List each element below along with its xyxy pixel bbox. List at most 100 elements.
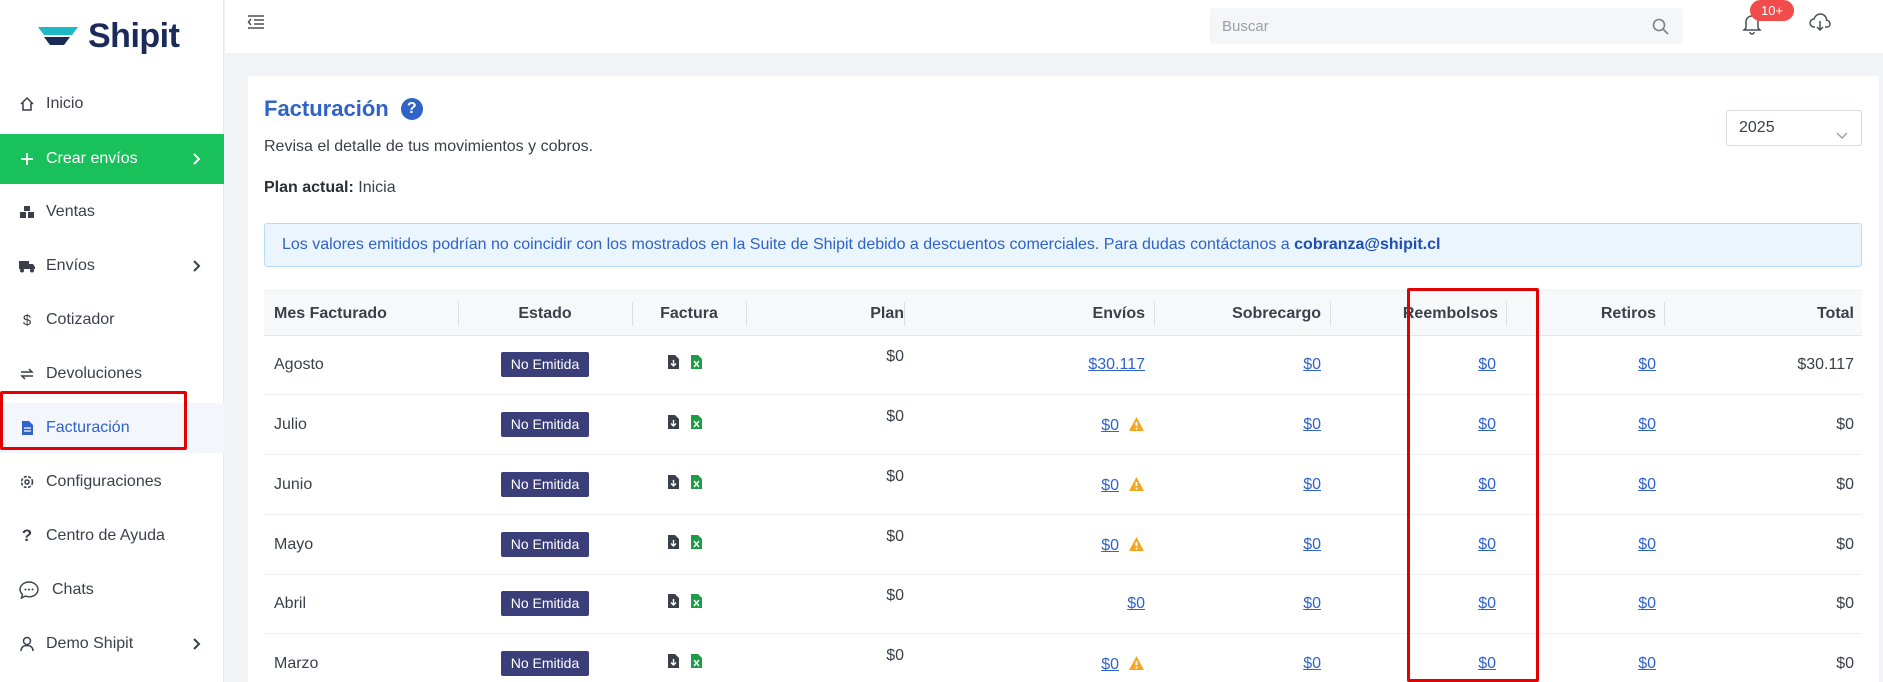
search-icon[interactable] xyxy=(1652,18,1669,35)
table-row: Mayo No Emitida $0 $0 $0 $0 $0 $0 xyxy=(264,516,1862,575)
cell-mes: Mayo xyxy=(274,536,314,553)
cell-total: $0 xyxy=(1836,595,1854,612)
excel-download-icon[interactable] xyxy=(690,414,705,431)
status-badge: No Emitida xyxy=(500,352,590,377)
envios-link[interactable]: $30.117 xyxy=(1088,356,1145,373)
warning-icon[interactable] xyxy=(1128,416,1145,432)
excel-download-icon[interactable] xyxy=(690,653,705,670)
search-input[interactable] xyxy=(1210,8,1630,44)
pdf-download-icon[interactable] xyxy=(667,534,682,551)
reembolsos-link[interactable]: $0 xyxy=(1478,416,1496,433)
reembolsos-link[interactable]: $0 xyxy=(1478,356,1496,373)
envios-link[interactable]: $0 xyxy=(1101,477,1119,494)
sobrecargo-link[interactable]: $0 xyxy=(1303,536,1321,553)
excel-download-icon[interactable] xyxy=(690,534,705,551)
status-badge: No Emitida xyxy=(500,591,590,616)
cell-factura xyxy=(667,474,705,495)
retiros-link[interactable]: $0 xyxy=(1638,595,1656,612)
truck-icon xyxy=(18,257,36,275)
sidebar-item-configuraciones[interactable]: Configuraciones xyxy=(0,457,224,507)
cell-mes: Abril xyxy=(274,595,307,612)
reembolsos-link[interactable]: $0 xyxy=(1478,476,1496,493)
cell-estado: No Emitida xyxy=(458,651,632,676)
alert-text: Los valores emitidos podrían no coincidi… xyxy=(282,236,1290,253)
table-header: Mes Facturado Estado Factura Plan Envíos… xyxy=(264,290,1862,336)
cell-envios: $0 xyxy=(904,416,1145,435)
cloud-download-icon[interactable] xyxy=(1809,13,1831,35)
page-title: Facturación ? xyxy=(264,96,423,122)
excel-download-icon[interactable] xyxy=(690,593,705,610)
retiros-link[interactable]: $0 xyxy=(1638,655,1656,672)
th-mes: Mes Facturado xyxy=(274,305,387,322)
sobrecargo-link[interactable]: $0 xyxy=(1303,476,1321,493)
pdf-download-icon[interactable] xyxy=(667,474,682,491)
chevron-right-icon xyxy=(188,150,206,168)
warning-icon[interactable] xyxy=(1128,476,1145,492)
cell-retiros: $0 xyxy=(1506,356,1656,374)
warning-icon[interactable] xyxy=(1128,655,1145,671)
sidebar-item-label: Inicio xyxy=(46,95,84,112)
cell-factura xyxy=(667,653,705,674)
pdf-download-icon[interactable] xyxy=(667,414,682,431)
sidebar-item-demo-shipit[interactable]: Demo Shipit xyxy=(0,619,224,669)
sidebar-item-facturacion[interactable]: Facturación xyxy=(0,403,224,453)
th-factura: Factura xyxy=(632,291,746,337)
cell-factura xyxy=(667,414,705,435)
page-title-text: Facturación xyxy=(264,96,389,121)
plan-label: Plan actual: xyxy=(264,179,354,196)
sidebar-item-inicio[interactable]: Inicio xyxy=(0,79,224,129)
sidebar-item-chats[interactable]: Chats xyxy=(0,565,224,615)
excel-download-icon[interactable] xyxy=(690,354,705,371)
pdf-download-icon[interactable] xyxy=(667,593,682,610)
sidebar-item-label: Demo Shipit xyxy=(46,635,134,652)
th-estado: Estado xyxy=(458,291,632,337)
sobrecargo-link[interactable]: $0 xyxy=(1303,655,1321,672)
return-icon xyxy=(18,365,36,383)
sidebar-item-label: Crear envíos xyxy=(46,150,138,167)
cell-retiros: $0 xyxy=(1506,416,1656,434)
cell-plan: $0 xyxy=(886,647,904,664)
warning-icon[interactable] xyxy=(1128,536,1145,552)
menu-toggle-icon[interactable] xyxy=(247,14,269,36)
search-bar xyxy=(1210,8,1683,44)
cell-estado: No Emitida xyxy=(458,412,632,437)
status-badge: No Emitida xyxy=(500,651,590,676)
cell-mes: Marzo xyxy=(274,655,319,672)
pdf-download-icon[interactable] xyxy=(667,653,682,670)
envios-link[interactable]: $0 xyxy=(1101,537,1119,554)
alert-email-link[interactable]: cobranza@shipit.cl xyxy=(1294,236,1440,253)
retiros-link[interactable]: $0 xyxy=(1638,416,1656,433)
sidebar-item-envios[interactable]: Envíos xyxy=(0,241,224,291)
year-select[interactable]: 2025 xyxy=(1726,110,1862,146)
table-row: Marzo No Emitida $0 $0 $0 $0 $0 $0 xyxy=(264,635,1862,682)
sidebar-item-crear-envios[interactable]: Crear envíos xyxy=(0,134,224,184)
envios-link[interactable]: $0 xyxy=(1101,417,1119,434)
excel-download-icon[interactable] xyxy=(690,474,705,491)
sidebar-item-devoluciones[interactable]: Devoluciones xyxy=(0,349,224,399)
sidebar-item-centro-de-ayuda[interactable]: ? Centro de Ayuda xyxy=(0,511,224,561)
cell-total: $0 xyxy=(1836,655,1854,672)
reembolsos-link[interactable]: $0 xyxy=(1478,655,1496,672)
sidebar-item-ventas[interactable]: Ventas xyxy=(0,187,224,237)
th-retiros: Retiros xyxy=(1506,291,1656,337)
sobrecargo-link[interactable]: $0 xyxy=(1303,595,1321,612)
pdf-download-icon[interactable] xyxy=(667,354,682,371)
reembolsos-link[interactable]: $0 xyxy=(1478,595,1496,612)
shipit-logo[interactable]: Shipit xyxy=(36,16,180,56)
envios-link[interactable]: $0 xyxy=(1101,656,1119,673)
envios-link[interactable]: $0 xyxy=(1127,595,1145,612)
retiros-link[interactable]: $0 xyxy=(1638,476,1656,493)
cell-mes: Junio xyxy=(274,476,313,493)
table-row: Junio No Emitida $0 $0 $0 $0 $0 $0 xyxy=(264,456,1862,515)
status-badge: No Emitida xyxy=(500,472,590,497)
sobrecargo-link[interactable]: $0 xyxy=(1303,416,1321,433)
help-icon[interactable]: ? xyxy=(400,98,423,120)
sidebar-item-cotizador[interactable]: $ Cotizador xyxy=(0,295,224,345)
reembolsos-link[interactable]: $0 xyxy=(1478,536,1496,553)
sobrecargo-link[interactable]: $0 xyxy=(1303,356,1321,373)
retiros-link[interactable]: $0 xyxy=(1638,356,1656,373)
retiros-link[interactable]: $0 xyxy=(1638,536,1656,553)
cell-sobrecargo: $0 xyxy=(1154,476,1321,494)
cell-sobrecargo: $0 xyxy=(1154,356,1321,374)
billing-card: Facturación ? Revisa el detalle de tus m… xyxy=(248,76,1879,682)
